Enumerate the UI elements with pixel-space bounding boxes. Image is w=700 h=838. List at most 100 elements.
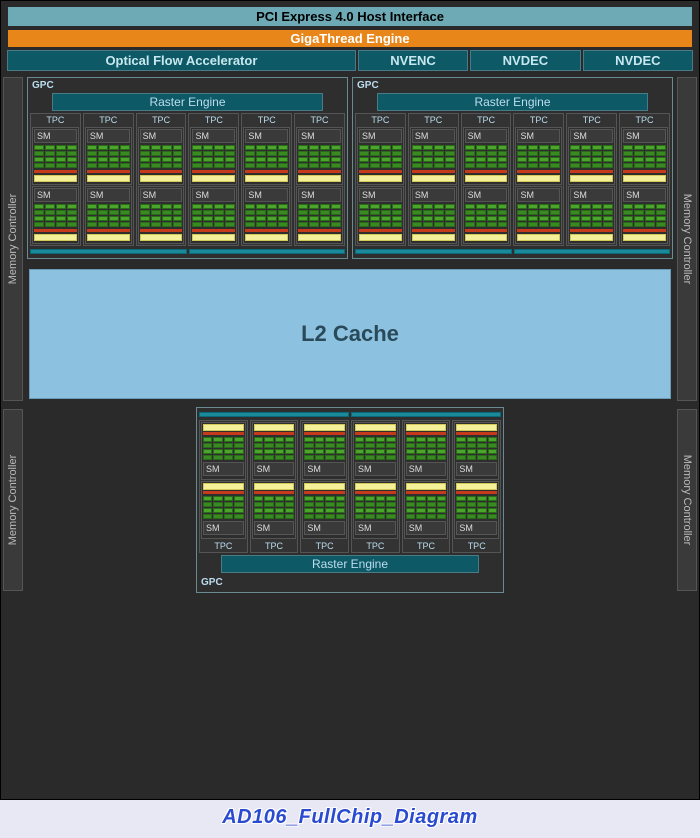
- rt-core: [517, 170, 560, 173]
- cuda-cores: [570, 204, 613, 227]
- rt-core: [192, 229, 235, 232]
- tpc-block: SM SM TPC: [300, 420, 349, 553]
- tensor-cores: [203, 483, 244, 490]
- optical-flow-accelerator: Optical Flow Accelerator: [7, 50, 356, 71]
- cuda-cores: [254, 496, 295, 519]
- cuda-cores: [304, 437, 345, 460]
- rt-core: [254, 491, 295, 494]
- tpc-label: TPC: [242, 114, 291, 126]
- cuda-cores: [34, 204, 77, 227]
- tpc-label: TPC: [514, 114, 563, 126]
- rt-core: [359, 170, 402, 173]
- rt-core: [623, 229, 666, 232]
- tensor-cores: [517, 234, 560, 241]
- tpc-block: TPC SM SM: [30, 113, 81, 246]
- rt-core: [254, 432, 295, 435]
- tpc-label: TPC: [301, 540, 348, 552]
- cuda-cores: [87, 204, 130, 227]
- tensor-cores: [412, 175, 455, 182]
- sm-block: SM: [252, 481, 297, 539]
- top-bars: PCI Express 4.0 Host Interface GigaThrea…: [1, 1, 699, 73]
- sm-block: SM: [190, 127, 237, 185]
- tensor-cores: [254, 483, 295, 490]
- cuda-cores: [298, 204, 341, 227]
- sm-block: SM: [252, 422, 297, 480]
- gpc-label: GPC: [355, 80, 670, 93]
- tensor-cores: [298, 175, 341, 182]
- sm-block: SM: [353, 481, 398, 539]
- tensor-cores: [254, 424, 295, 431]
- sm-label: SM: [406, 462, 447, 476]
- cuda-cores: [465, 204, 508, 227]
- sm-label: SM: [34, 188, 77, 202]
- rt-core: [412, 170, 455, 173]
- sm-block: SM: [454, 481, 499, 539]
- sm-label: SM: [203, 521, 244, 535]
- tensor-cores: [140, 175, 183, 182]
- tpc-label: TPC: [189, 114, 238, 126]
- tpc-label: TPC: [352, 540, 399, 552]
- rt-core: [87, 229, 130, 232]
- sm-block: SM: [190, 186, 237, 244]
- cuda-cores: [245, 204, 288, 227]
- cuda-cores: [412, 204, 455, 227]
- gpc-area-top: GPC Raster Engine TPC SM SM TPC SM SM TP…: [25, 73, 675, 405]
- tpc-label: TPC: [251, 540, 298, 552]
- tpc-block: SM SM TPC: [199, 420, 248, 553]
- sm-block: SM: [296, 127, 343, 185]
- sm-label: SM: [412, 129, 455, 143]
- tensor-cores: [570, 175, 613, 182]
- sm-block: SM: [515, 127, 562, 185]
- sm-block: SM: [357, 127, 404, 185]
- tpc-label: TPC: [137, 114, 186, 126]
- tpc-block: TPC SM SM: [566, 113, 617, 246]
- sm-block: SM: [138, 186, 185, 244]
- tensor-cores: [570, 234, 613, 241]
- nvdec-block: NVDEC: [583, 50, 693, 71]
- rt-core: [412, 229, 455, 232]
- rt-core: [465, 170, 508, 173]
- sm-label: SM: [623, 129, 666, 143]
- tpc-block: TPC SM SM: [355, 113, 406, 246]
- nvenc-block: NVENC: [358, 50, 468, 71]
- rt-core: [355, 491, 396, 494]
- rt-core: [304, 432, 345, 435]
- tpc-block: TPC SM SM: [136, 113, 187, 246]
- sm-label: SM: [192, 188, 235, 202]
- raster-engine: Raster Engine: [52, 93, 323, 111]
- memory-controller: Memory Controller: [677, 77, 697, 401]
- pci-interface: PCI Express 4.0 Host Interface: [7, 6, 693, 27]
- cuda-cores: [203, 496, 244, 519]
- memory-controller: Memory Controller: [3, 77, 23, 401]
- tensor-cores: [192, 234, 235, 241]
- diagram-title: AD106_FullChip_Diagram: [0, 800, 700, 835]
- sm-block: SM: [404, 481, 449, 539]
- cuda-cores: [298, 145, 341, 168]
- cuda-cores: [623, 145, 666, 168]
- sm-label: SM: [34, 129, 77, 143]
- tensor-cores: [359, 175, 402, 182]
- tensor-cores: [87, 234, 130, 241]
- sm-block: SM: [515, 186, 562, 244]
- raster-engine: Raster Engine: [221, 555, 479, 573]
- sm-block: SM: [85, 186, 132, 244]
- cuda-cores: [406, 496, 447, 519]
- sm-block: SM: [243, 186, 290, 244]
- cuda-cores: [623, 204, 666, 227]
- tensor-cores: [465, 175, 508, 182]
- gpc-block: GPC Raster Engine TPC SM SM TPC SM SM TP…: [27, 77, 348, 259]
- tpc-block: SM SM TPC: [250, 420, 299, 553]
- tensor-cores: [623, 234, 666, 241]
- rt-core: [245, 170, 288, 173]
- sm-block: SM: [353, 422, 398, 480]
- sm-label: SM: [140, 188, 183, 202]
- upper-section: Memory Controller GPC Raster Engine TPC …: [1, 73, 699, 405]
- sm-block: SM: [201, 422, 246, 480]
- cuda-cores: [517, 204, 560, 227]
- cuda-cores: [304, 496, 345, 519]
- rt-core: [359, 229, 402, 232]
- sm-label: SM: [465, 188, 508, 202]
- sm-label: SM: [570, 188, 613, 202]
- tensor-cores: [298, 234, 341, 241]
- gigathread-engine: GigaThread Engine: [7, 29, 693, 48]
